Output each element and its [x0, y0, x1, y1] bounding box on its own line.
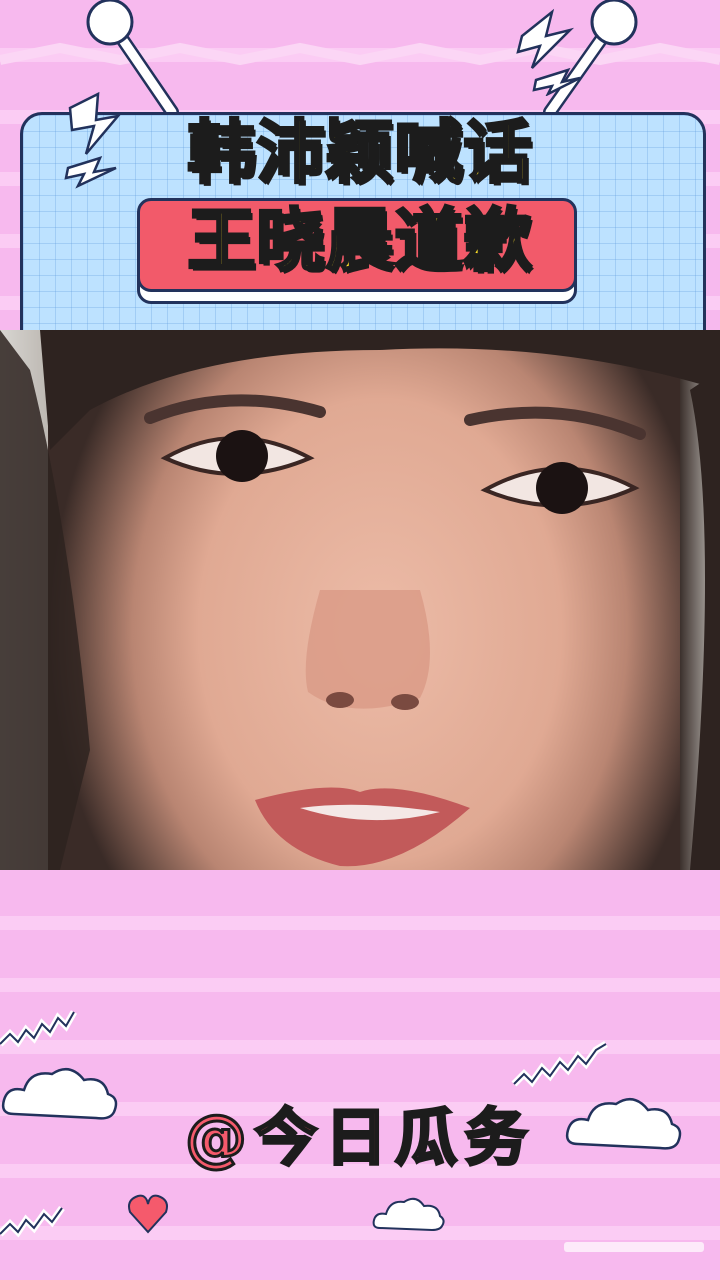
zigzag-right-icon	[511, 1040, 608, 1088]
title-line-2: 王晓晨道歉	[186, 201, 533, 283]
heart-icon	[128, 1194, 168, 1234]
title-line-1: 韩沛颖喊话	[186, 113, 533, 195]
zigzag-left-bottom-icon	[0, 1205, 65, 1238]
cloud-small-icon	[372, 1197, 445, 1232]
video-frame[interactable]	[0, 330, 720, 870]
watermark-mark-icon	[564, 1242, 704, 1252]
lightning-right-icon	[516, 8, 581, 96]
zigzag-left-top-icon	[0, 1010, 78, 1048]
face-illustration	[0, 330, 720, 870]
account-handle: @今日瓜务	[183, 1100, 535, 1176]
